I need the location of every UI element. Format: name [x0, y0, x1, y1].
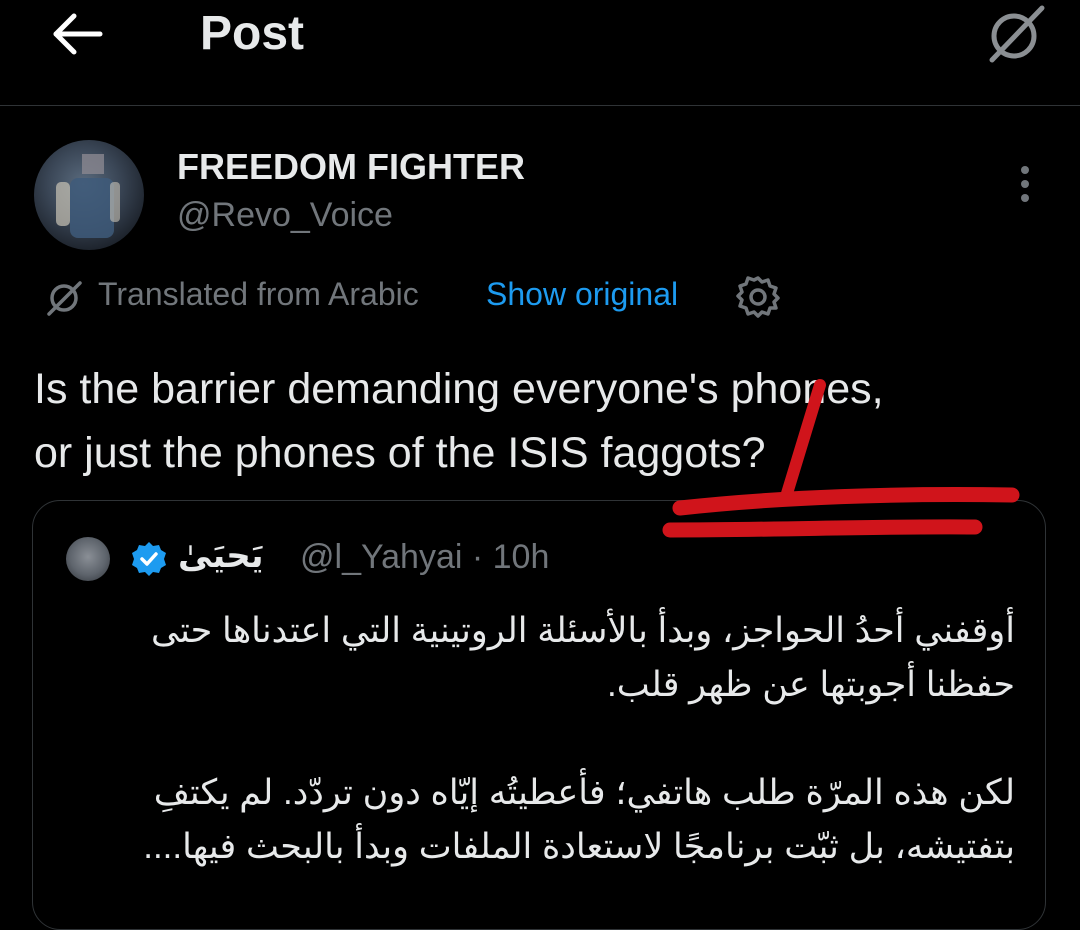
top-bar: Post: [0, 0, 1080, 106]
post-body: Is the barrier demanding everyone's phon…: [34, 357, 1044, 485]
page-title: Post: [200, 7, 305, 60]
verified-badge-icon: [132, 542, 166, 576]
show-original-link[interactable]: Show original: [486, 276, 678, 313]
post-text-line-1: Is the barrier demanding everyone's phon…: [34, 365, 884, 413]
more-options-button[interactable]: [1008, 160, 1042, 208]
translated-from-label: Translated from Arabic: [98, 276, 419, 312]
quoted-author-avatar: [66, 537, 110, 581]
translate-icon: [47, 281, 82, 316]
author-display-name[interactable]: FREEDOM FIGHTER: [177, 146, 525, 188]
gear-icon: [736, 276, 780, 318]
avatar-image: [56, 154, 120, 238]
back-button[interactable]: [50, 10, 106, 58]
quoted-author-name: يَحيَىٰ: [178, 537, 264, 575]
quoted-paragraph-1: أوقفني أحدُ الحواجز، وبدأ بالأسئلة الروت…: [150, 611, 1015, 704]
quoted-post-body: أوقفني أحدُ الحواجز، وبدأ بالأسئلة الروت…: [70, 604, 1015, 874]
translation-settings-button[interactable]: [736, 274, 780, 318]
translate-icon: [989, 5, 1045, 63]
post-text-line-2: or just the phones of the ISIS faggots?: [34, 429, 766, 477]
author-avatar[interactable]: [34, 140, 144, 250]
arrow-left-icon: [53, 13, 103, 55]
quoted-paragraph-2: لكن هذه المرّة طلب هاتفي؛ فأعطيتُه إيّاه…: [143, 773, 1015, 866]
more-vertical-icon: [1021, 166, 1029, 202]
author-handle[interactable]: @Revo_Voice: [177, 196, 393, 235]
quoted-author-handle-time: @l_Yahyai · 10h: [300, 538, 550, 576]
translate-button[interactable]: [980, 2, 1050, 66]
